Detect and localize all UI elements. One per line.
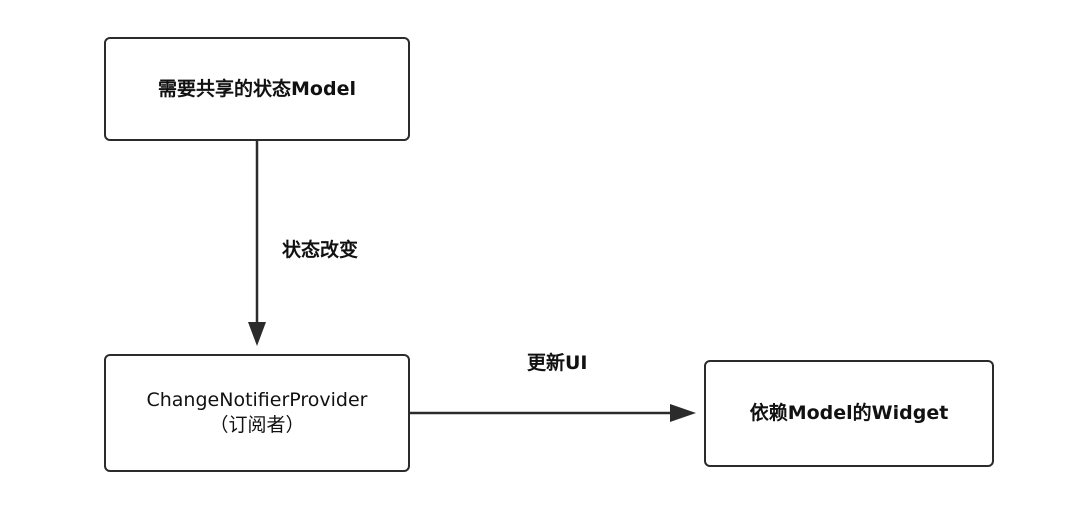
node-provider-sublabel: （订阅者） xyxy=(209,414,305,436)
edge-label-update-ui: 更新UI xyxy=(527,352,588,374)
node-provider-label: ChangeNotifierProvider xyxy=(146,389,368,412)
arrowhead-right-icon xyxy=(670,404,696,422)
node-dependent-widget: 依赖Model的Widget xyxy=(704,360,994,467)
node-shared-state-model-label: 需要共享的状态Model xyxy=(158,77,356,100)
edge-label-state-change: 状态改变 xyxy=(282,239,359,261)
node-shared-state-model: 需要共享的状态Model xyxy=(104,37,410,141)
arrowhead-down-icon xyxy=(248,322,266,346)
node-change-notifier-provider: ChangeNotifierProvider （订阅者） xyxy=(104,354,410,472)
node-dependent-widget-label: 依赖Model的Widget xyxy=(749,402,949,425)
